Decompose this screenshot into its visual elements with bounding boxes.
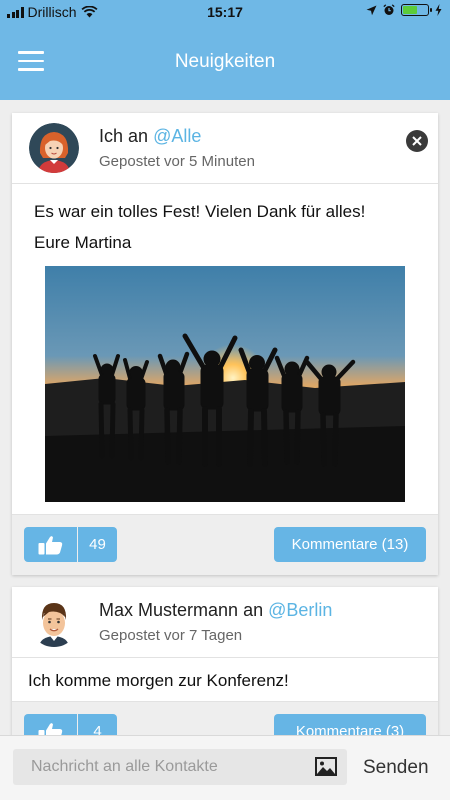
post-author-line: Max Mustermann an @Berlin [99,600,332,621]
image-icon[interactable] [315,757,337,776]
post-text-line: Eure Martina [34,233,132,252]
charging-icon [435,4,442,16]
send-button[interactable]: Senden [363,757,429,779]
location-icon [366,5,377,15]
message-composer: Senden [0,735,450,800]
post-connector: an [243,600,264,620]
message-input[interactable] [13,749,347,785]
post-footer: 49 Kommentare (13) [12,514,438,575]
post-connector: an [128,126,149,146]
status-bar: Drillisch 15:17 [0,0,450,24]
post-timestamp: Gepostet vor 5 Minuten [99,153,255,170]
post-author-line: Ich an @Alle [99,126,201,147]
thumbs-up-icon [38,536,63,555]
like-count: 49 [78,527,117,562]
post-card: Ich an @Alle Gepostet vor 5 Minuten Es w… [12,113,438,575]
man-avatar-icon [39,603,69,647]
comments-button[interactable]: Kommentare (13) [274,527,426,562]
post-text-line: Es war ein tolles Fest! Vielen Dank für … [34,202,366,221]
page-title: Neuigkeiten [174,51,276,72]
post-text-line: Ich komme morgen zur Konferenz! [28,671,289,690]
battery-icon [401,4,432,16]
post-author: Ich [99,126,124,146]
alarm-icon [383,4,395,15]
post-audience-link[interactable]: @Berlin [268,600,332,620]
close-icon[interactable] [406,130,428,152]
like-button[interactable] [24,527,77,562]
post-header: Max Mustermann an @Berlin Gepostet vor 7… [12,587,438,658]
post-photo [45,266,405,502]
post-author: Max Mustermann [99,600,239,620]
post-header: Ich an @Alle Gepostet vor 5 Minuten [12,113,438,184]
post-timestamp: Gepostet vor 7 Tagen [99,627,243,644]
post-audience-link[interactable]: @Alle [153,126,201,146]
app-header: Neuigkeiten [0,24,450,100]
woman-avatar-icon [29,123,79,173]
